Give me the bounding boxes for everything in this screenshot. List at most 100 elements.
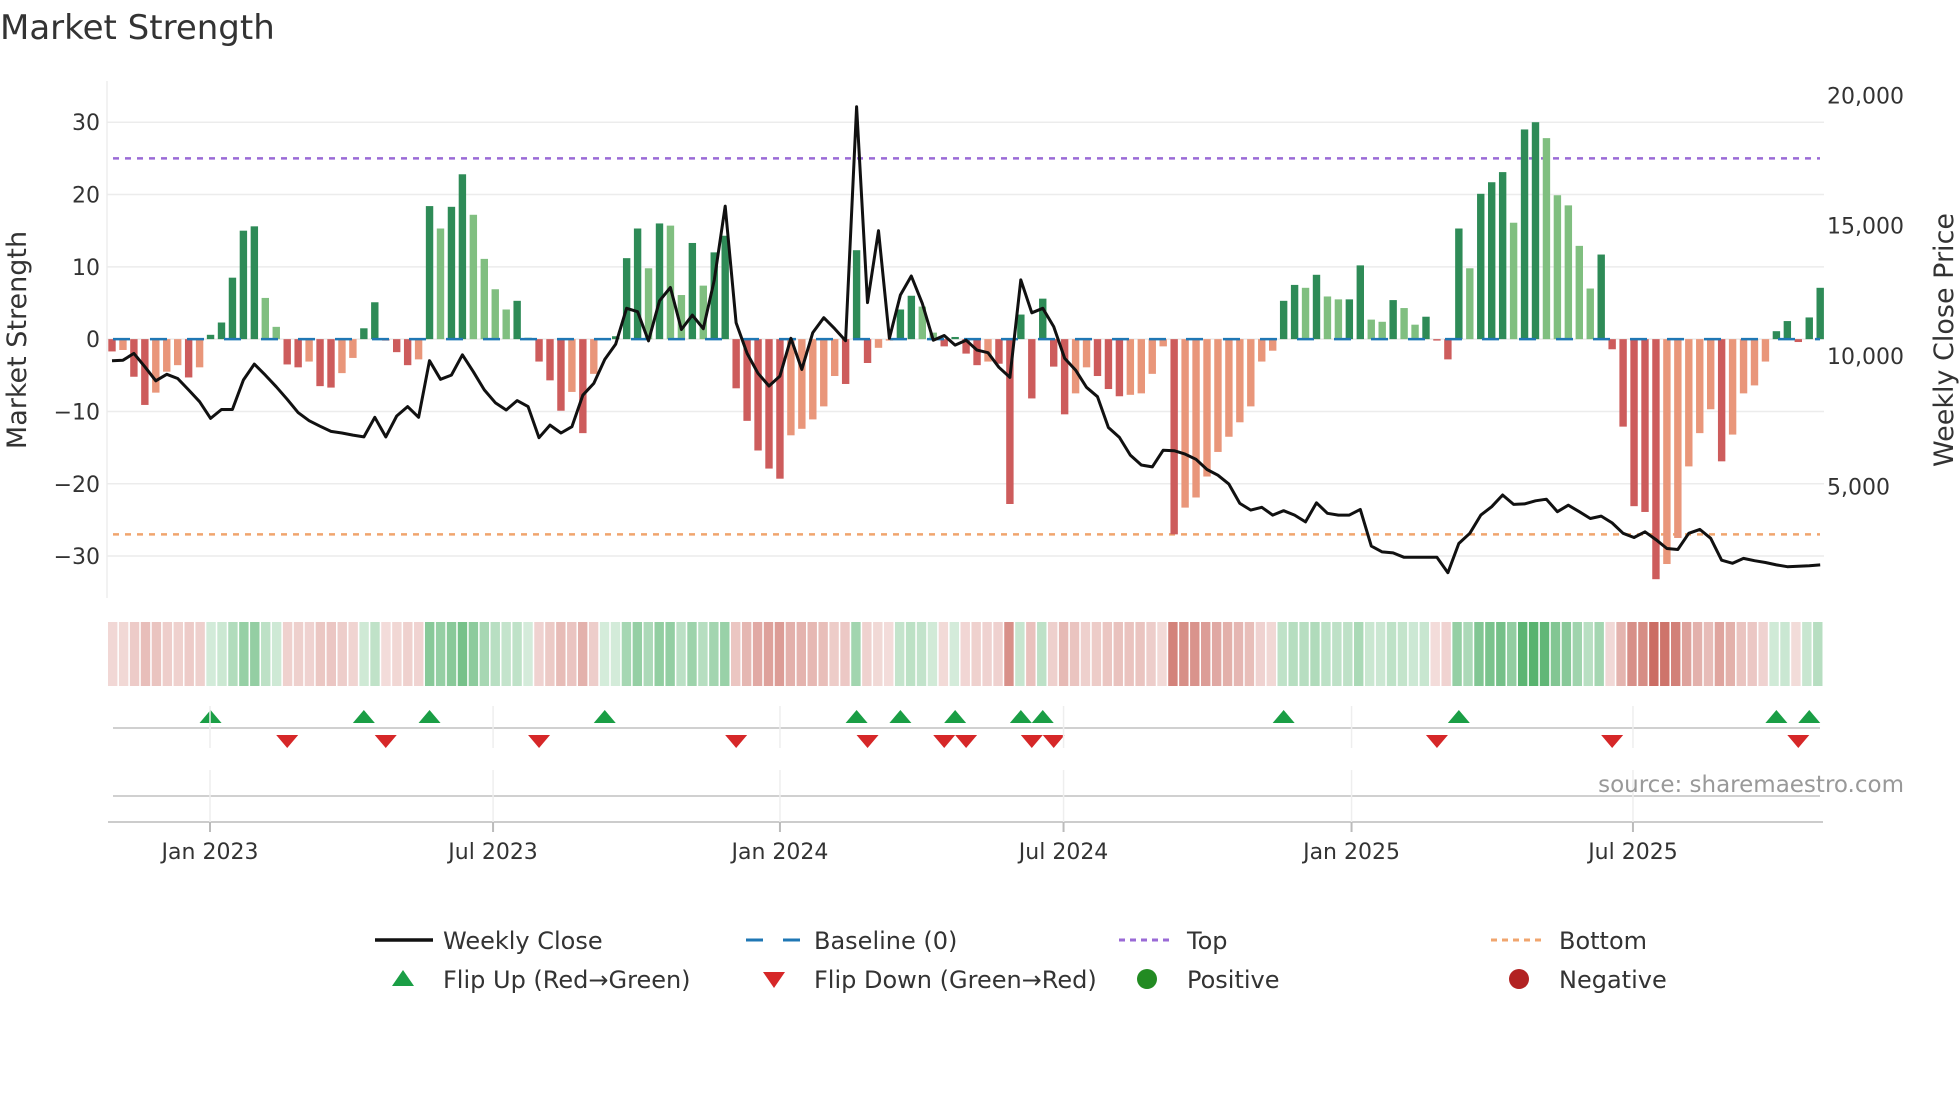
strength-bar [1663,339,1671,565]
strength-bar [469,214,478,340]
heatmap-cell [1474,622,1484,686]
strength-bar [349,339,357,358]
strength-bar [1761,339,1770,362]
heatmap-cell [1528,622,1539,686]
heatmap-cell [468,622,479,686]
heatmap-cell [1375,622,1386,686]
heatmap-cell [577,622,588,686]
strength-bar [874,339,883,348]
strength-bar [995,339,1003,364]
strength-bar [1805,317,1813,340]
heatmap-cell [403,622,413,686]
heatmap-cell [424,622,435,686]
strength-bar [1641,339,1649,512]
heatmap-cell [326,622,336,686]
y2-tick-label: 20,000 [1827,84,1904,109]
heatmap-cell [1638,622,1648,686]
heatmap-cell [993,622,1003,686]
strength-bar [535,339,543,362]
heatmap-cell [1627,622,1637,686]
heatmap-cell [1496,622,1506,686]
strength-bar [1137,339,1145,394]
heatmap-cell [228,622,238,686]
strength-bar [294,339,302,368]
strength-bar [1269,339,1277,351]
heatmap-cell [741,622,752,686]
heatmap-cell [293,622,304,686]
strength-bar [1553,195,1562,340]
x-tick-label: Jul 2025 [1586,840,1678,865]
heatmap-cell [1026,622,1036,686]
strength-bar [831,339,839,377]
flip-up-marker [944,710,967,723]
heatmap-cell [643,622,653,686]
legend-label: Top [1186,927,1228,955]
y-tick-label: −30 [54,545,100,570]
strength-bar [414,339,423,360]
heatmap-cell [282,622,293,686]
flip-up-marker [845,710,868,723]
heatmap-cell [490,622,500,686]
heatmap-cell [1583,622,1593,686]
strength-bar [776,339,784,479]
strength-bar [491,289,499,340]
strength-bar [327,339,335,388]
legend: Weekly Close Baseline (0) Top Bottom Flip Up… [375,927,1667,994]
heatmap-cell [709,622,719,686]
heatmap-cell [545,622,555,686]
legend-flip-up-icon [392,970,414,986]
y-axis-right-title: Weekly Close Price [1929,213,1960,467]
flip-up-marker [1009,710,1032,723]
heatmap-cell [1244,622,1255,686]
strength-bar [1509,222,1518,340]
heatmap-cell [1802,622,1812,686]
y-axis-right-ticks: 20,000 15,000 10,000 5,000 [1827,84,1904,500]
heatmap-cell [687,622,697,686]
heatmap-cell [206,622,216,686]
strength-bar [1783,321,1792,340]
strength-bar [622,258,631,340]
strength-bar [360,328,368,340]
heatmap-cell [982,622,992,686]
heatmap-cell [752,622,763,686]
heatmap-cell [1386,622,1397,686]
heatmap-cell [1616,622,1626,686]
heatmap-cell [829,622,839,686]
strength-bar [1148,339,1156,374]
heatmap-cell [1255,622,1266,686]
strength-bar [1039,298,1047,340]
strength-bar [1597,254,1605,340]
heatmap-cell [884,622,894,686]
strength-bar [1696,339,1704,434]
strength-bar [1170,339,1178,535]
heatmap-cell [261,622,271,686]
y-tick-label: 30 [72,111,100,136]
flip-down-marker [1601,735,1624,748]
heatmap-cell [1321,622,1331,686]
heatmap-cell [1146,622,1156,686]
heatmap-cell [873,622,883,686]
heatmap-cell [851,622,861,686]
heatmap-cell [1015,622,1025,686]
legend-positive-icon [1137,969,1157,989]
heatmap-cell [1124,622,1134,686]
strength-bar [1050,339,1058,367]
heatmap-cell [1332,622,1342,686]
heatmap-cell [1463,622,1473,686]
y-tick-label: −20 [54,473,100,498]
strength-bar [754,339,762,451]
heatmap-cell [1507,622,1517,686]
heatmap-cell [610,622,621,686]
heatmap-cell [1747,622,1757,686]
heatmap-cell [250,622,260,686]
strength-bar [371,302,379,340]
flip-down-marker [1020,735,1043,748]
strength-bar [239,230,248,340]
heatmap-cell [1769,622,1779,686]
heatmap-cell [556,622,566,686]
heatmap-cell [195,622,205,686]
strength-bar [1477,193,1485,340]
y-axis-left-title: Market Strength [2,231,33,449]
strength-bar [338,339,346,374]
heatmap-cell [927,622,938,686]
